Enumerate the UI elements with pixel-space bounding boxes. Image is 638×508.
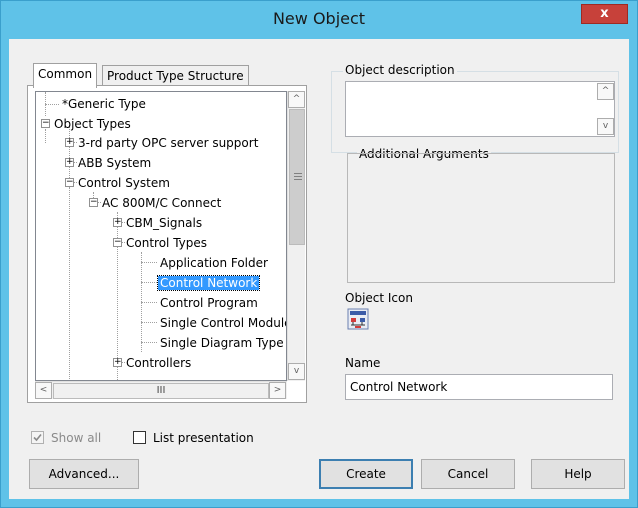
tree-item-single-diagram-type[interactable]: Single Diagram Type (158, 333, 286, 353)
tree-item-ac800m-connect[interactable]: AC 800M/C Connect (100, 193, 223, 213)
horizontal-scroll-thumb[interactable]: III (53, 383, 269, 399)
tree-item-controllers[interactable]: Controllers (124, 353, 193, 373)
checkmark-icon (33, 433, 42, 442)
close-button[interactable]: x (581, 4, 628, 24)
create-button[interactable]: Create (319, 459, 413, 489)
network-icon (347, 308, 369, 330)
scroll-right-icon[interactable]: > (269, 382, 286, 399)
collapse-icon[interactable]: − (113, 238, 122, 247)
tree-item-abb-system[interactable]: ABB System (76, 153, 153, 173)
tab-common[interactable]: Common (33, 63, 98, 88)
tree-item-control-system[interactable]: Control System (76, 173, 172, 193)
expand-icon[interactable]: + (113, 218, 122, 227)
expand-icon[interactable]: + (65, 158, 74, 167)
description-scroll-up-icon[interactable]: ^ (597, 83, 614, 100)
tree-item-control-program[interactable]: Control Program (158, 293, 260, 313)
expand-icon[interactable]: + (65, 138, 74, 147)
vertical-scroll-thumb[interactable] (289, 109, 305, 245)
new-object-dialog: New Object x Common Product Type Structu… (0, 0, 638, 508)
tree-item-application-folder[interactable]: Application Folder (158, 253, 270, 273)
name-input[interactable]: Control Network (345, 374, 613, 400)
object-description-field[interactable]: ^ v (345, 81, 615, 137)
tree-item-control-types[interactable]: Control Types (124, 233, 209, 253)
tree-horizontal-scrollbar[interactable]: < III > (35, 381, 287, 399)
list-presentation-checkbox[interactable] (133, 431, 146, 444)
expand-icon[interactable]: + (113, 358, 122, 367)
name-label: Name (345, 356, 381, 370)
show-all-label: Show all (51, 431, 102, 445)
additional-arguments-panel (347, 153, 615, 283)
tree-item-cbm-signals[interactable]: CBM_Signals (124, 213, 204, 233)
scroll-left-icon[interactable]: < (35, 382, 52, 399)
collapse-icon[interactable]: − (65, 178, 74, 187)
object-type-tree[interactable]: *Generic Type − Object Types + 3-rd part… (35, 91, 287, 381)
scroll-up-icon[interactable]: ^ (288, 91, 305, 108)
show-all-checkbox[interactable] (31, 431, 44, 444)
close-icon: x (600, 6, 609, 21)
list-presentation-label: List presentation (153, 431, 254, 445)
tree-item-opc-server-support[interactable]: 3-rd party OPC server support (76, 133, 260, 153)
cancel-button[interactable]: Cancel (421, 459, 515, 489)
object-icon-label: Object Icon (345, 291, 413, 305)
tree-item-generic-type[interactable]: *Generic Type (60, 94, 148, 114)
tree-vertical-scrollbar[interactable]: ^ v (287, 91, 305, 381)
title-bar[interactable]: New Object x (1, 1, 637, 39)
advanced-button[interactable]: Advanced... (29, 459, 139, 489)
collapse-icon[interactable]: − (89, 198, 98, 207)
tree-item-control-network[interactable]: Control Network (156, 273, 261, 293)
help-button[interactable]: Help (531, 459, 625, 489)
tree-item-single-control-module[interactable]: Single Control Module (158, 313, 286, 333)
tab-product-type-structure[interactable]: Product Type Structure (102, 65, 249, 87)
scroll-down-icon[interactable]: v (288, 363, 305, 380)
description-scroll-down-icon[interactable]: v (597, 118, 614, 135)
object-description-label: Object description (343, 63, 457, 77)
tree-item-object-types[interactable]: Object Types (52, 114, 133, 134)
collapse-icon[interactable]: − (41, 119, 50, 128)
window-title: New Object (272, 9, 366, 28)
